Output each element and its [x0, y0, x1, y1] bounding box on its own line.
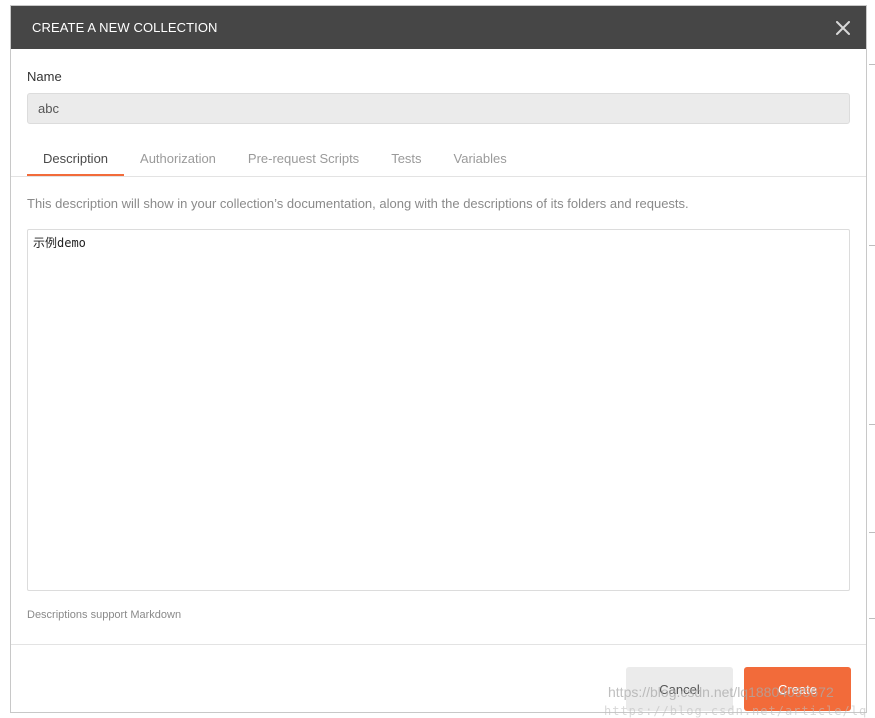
edge-mark: [869, 532, 875, 533]
dialog-header: CREATE A NEW COLLECTION: [11, 6, 866, 49]
create-collection-dialog: CREATE A NEW COLLECTION Name Description…: [10, 5, 867, 713]
tab-variables[interactable]: Variables: [438, 142, 523, 176]
dialog-title: CREATE A NEW COLLECTION: [32, 20, 218, 35]
tab-tests[interactable]: Tests: [375, 142, 437, 176]
description-textarea[interactable]: [27, 229, 850, 591]
dialog-footer: Cancel Create: [11, 644, 866, 712]
tab-pre-request-scripts[interactable]: Pre-request Scripts: [232, 142, 375, 176]
name-label: Name: [27, 69, 62, 84]
close-button[interactable]: [832, 17, 854, 39]
name-input[interactable]: [27, 93, 850, 124]
edge-mark: [869, 64, 875, 65]
tab-authorization[interactable]: Authorization: [124, 142, 232, 176]
create-button[interactable]: Create: [744, 667, 851, 711]
cancel-button[interactable]: Cancel: [626, 667, 733, 711]
close-icon: [836, 20, 850, 35]
edge-mark: [869, 245, 875, 246]
markdown-note: Descriptions support Markdown: [27, 609, 182, 621]
description-help-text: This description will show in your colle…: [27, 196, 689, 211]
tab-description[interactable]: Description: [27, 142, 125, 176]
name-section: Name: [11, 69, 866, 124]
tab-bar: Description Authorization Pre-request Sc…: [11, 142, 866, 177]
edge-mark: [869, 618, 875, 619]
edge-mark: [869, 424, 875, 425]
description-section: This description will show in your colle…: [11, 196, 866, 621]
